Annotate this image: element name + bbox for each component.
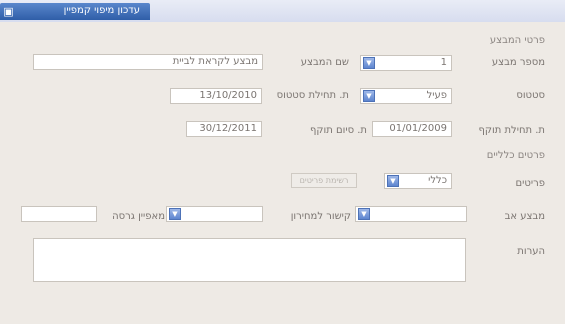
items-select[interactable]: כללי ▼ bbox=[384, 173, 452, 189]
campaign-number-label: מספר מבצע bbox=[491, 57, 545, 68]
chevron-down-icon[interactable]: ▼ bbox=[363, 57, 375, 69]
window-title: עדכון מיפוי קמפיין bbox=[63, 5, 140, 16]
section-campaign-details: פרטי המבצע bbox=[489, 35, 545, 46]
notes-label: הערות bbox=[517, 246, 545, 257]
version-field[interactable] bbox=[21, 206, 97, 222]
status-label: סטטוס bbox=[516, 90, 545, 101]
window-titlebar: ▣ עדכון מיפוי קמפיין bbox=[0, 0, 565, 22]
valid-end-field[interactable]: 30/12/2011 bbox=[186, 121, 262, 137]
status-date-label: ת. תחילת סטטוס bbox=[276, 90, 349, 101]
chevron-down-icon[interactable]: ▼ bbox=[387, 175, 399, 187]
items-label: פריטים bbox=[515, 178, 545, 189]
chevron-down-icon[interactable]: ▼ bbox=[363, 90, 375, 102]
parent-campaign-select[interactable]: ▼ bbox=[355, 206, 467, 222]
chevron-down-icon[interactable]: ▼ bbox=[169, 208, 181, 220]
notes-textarea[interactable] bbox=[33, 238, 466, 282]
campaign-number-field[interactable]: 1 ▼ bbox=[360, 55, 452, 71]
version-label: מאפיין גרסה bbox=[112, 211, 165, 222]
app-window-icon: ▣ bbox=[3, 5, 14, 18]
section-general-details: פרטים כלליים bbox=[486, 150, 545, 161]
status-date-field[interactable]: 13/10/2010 bbox=[170, 88, 262, 104]
link-type-label: קישור למחירון bbox=[290, 211, 351, 222]
items-list-button[interactable]: רשימת פריטים bbox=[291, 173, 357, 188]
parent-campaign-label: מבצע אב bbox=[504, 211, 545, 222]
chevron-down-icon[interactable]: ▼ bbox=[358, 208, 370, 220]
valid-start-label: ת. תחילת תוקף bbox=[478, 125, 546, 136]
campaign-name-label: שם המבצע bbox=[300, 57, 349, 68]
window-title-tab[interactable]: ▣ עדכון מיפוי קמפיין bbox=[0, 3, 150, 20]
valid-end-label: ת. סיום תוקף bbox=[310, 125, 367, 136]
campaign-name-field[interactable]: מבצע לקראת לביית bbox=[33, 54, 263, 70]
valid-start-field[interactable]: 01/01/2009 bbox=[372, 121, 452, 137]
status-select[interactable]: פעיל ▼ bbox=[360, 88, 452, 104]
